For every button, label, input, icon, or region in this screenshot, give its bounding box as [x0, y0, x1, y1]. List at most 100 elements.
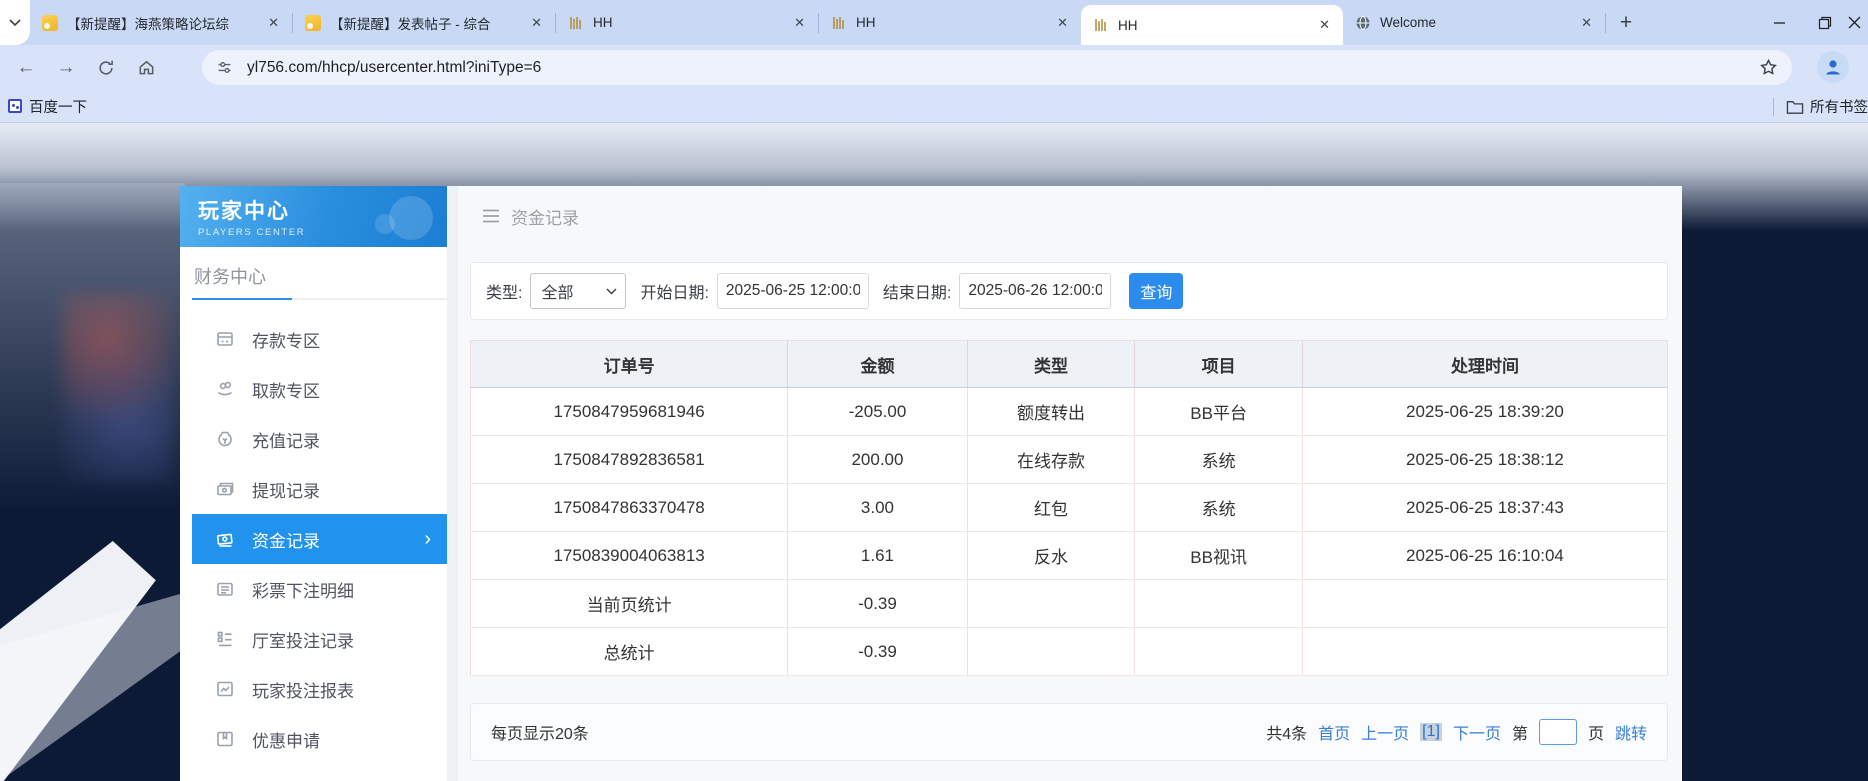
tab-close-icon[interactable]: ✕	[1054, 15, 1071, 31]
minimize-button[interactable]	[1756, 0, 1802, 45]
forum-favicon	[42, 15, 58, 31]
chevron-down-icon	[9, 19, 21, 27]
table-cell	[1135, 580, 1303, 628]
browser-tab[interactable]: 【新提醒】海燕策略论坛综 ✕	[30, 0, 292, 45]
new-tab-button[interactable]: +	[1606, 0, 1646, 45]
first-page-link[interactable]: 首页	[1318, 720, 1350, 744]
section-underline	[192, 298, 447, 300]
back-button[interactable]: ←	[6, 50, 46, 86]
forward-button[interactable]: →	[46, 50, 86, 86]
pagination-bar: 每页显示20条 共4条 首页 上一页 [1] 下一页 第 页 跳转	[470, 703, 1668, 761]
table-header-cell: 处理时间	[1302, 341, 1667, 388]
bookmark-baidu[interactable]: 百度一下	[8, 96, 87, 117]
tab-title: HH	[856, 15, 1048, 30]
table-cell: 2025-06-25 16:10:04	[1302, 532, 1667, 580]
browser-toolbar: ← → yl756.com/hhcp/usercenter.html?iniTy…	[0, 45, 1868, 90]
tab-close-icon[interactable]: ✕	[265, 15, 282, 31]
table-cell: 1750847863370478	[471, 484, 788, 532]
close-button[interactable]	[1848, 0, 1868, 45]
tab-close-icon[interactable]: ✕	[1578, 15, 1595, 31]
profile-avatar[interactable]	[1817, 51, 1849, 83]
forum-favicon	[305, 15, 321, 31]
table-cell: 2025-06-25 18:39:20	[1302, 388, 1667, 436]
deposit-icon	[215, 329, 235, 349]
tab-close-icon[interactable]: ✕	[528, 15, 545, 31]
sidebar-item-fund-records[interactable]: 资金记录 ›	[192, 514, 447, 564]
table-row: 1750847959681946-205.00额度转出BB平台2025-06-2…	[471, 388, 1668, 436]
browser-tab[interactable]: 【新提醒】发表帖子 - 综合 ✕	[293, 0, 555, 45]
browser-tab[interactable]: HH ✕	[819, 0, 1081, 45]
reload-button[interactable]	[86, 50, 126, 86]
type-label: 类型:	[486, 279, 522, 303]
tab-strip: 【新提醒】海燕策略论坛综 ✕ 【新提醒】发表帖子 - 综合 ✕ HH ✕ HH …	[0, 0, 1868, 45]
table-cell: 3.00	[788, 484, 968, 532]
all-bookmarks[interactable]: 所有书签	[1773, 90, 1868, 123]
hamburger-icon[interactable]	[482, 209, 500, 223]
tab-title: Welcome	[1380, 15, 1572, 30]
table-cell: -205.00	[788, 388, 968, 436]
home-icon	[137, 58, 156, 77]
restore-button[interactable]	[1802, 0, 1848, 45]
table-cell: 200.00	[788, 436, 968, 484]
sidebar-item-recharge-records[interactable]: 充值记录	[192, 414, 447, 464]
fund-records-panel: 资金记录 类型: 全部 开始日期: 结束日期: 查询 订单号金额类型项目处理时间	[458, 186, 1682, 781]
browser-tab[interactable]: HH ✕	[556, 0, 818, 45]
all-bookmarks-label: 所有书签	[1810, 96, 1868, 117]
tab-search-button[interactable]	[0, 0, 30, 45]
query-button[interactable]: 查询	[1129, 273, 1183, 309]
hh-favicon	[568, 15, 584, 31]
tab-close-icon[interactable]: ✕	[1316, 17, 1333, 33]
sidebar-item-withdraw[interactable]: 取款专区	[192, 364, 447, 414]
end-date-input[interactable]	[959, 273, 1111, 309]
tab-close-icon[interactable]: ✕	[791, 15, 808, 31]
sidebar-item-promo-application[interactable]: 优惠申请	[192, 714, 447, 764]
sidebar-item-room-bet-records[interactable]: 厅室投注记录	[192, 614, 447, 664]
sidebar-item-label: 资金记录	[252, 527, 320, 552]
jump-prefix-label: 第	[1512, 720, 1528, 744]
next-page-link[interactable]: 下一页	[1453, 720, 1501, 744]
bookmark-star-icon[interactable]	[1759, 58, 1778, 77]
home-button[interactable]	[126, 50, 166, 86]
pagination-controls: 共4条 首页 上一页 [1] 下一页 第 页 跳转	[1266, 719, 1647, 745]
table-cell: 红包	[967, 484, 1135, 532]
hh-favicon	[831, 15, 847, 31]
start-date-input[interactable]	[717, 273, 869, 309]
sidebar-item-label: 提现记录	[252, 477, 320, 502]
table-cell: 2025-06-25 18:37:43	[1302, 484, 1667, 532]
folder-icon	[1786, 99, 1804, 115]
type-select-value: 全部	[541, 279, 606, 303]
table-cell	[1302, 580, 1667, 628]
sidebar-item-deposit[interactable]: 存款专区	[192, 314, 447, 364]
player-center-sidebar: 玩家中心 PLAYERS CENTER 财务中心 存款专区 取款专区 充值记录	[180, 186, 447, 781]
browser-window: 【新提醒】海燕策略论坛综 ✕ 【新提醒】发表帖子 - 综合 ✕ HH ✕ HH …	[0, 0, 1868, 781]
url-bar[interactable]: yl756.com/hhcp/usercenter.html?iniType=6	[202, 50, 1792, 85]
start-date-label: 开始日期:	[640, 279, 708, 303]
browser-tab-active[interactable]: HH ✕	[1081, 5, 1343, 45]
sidebar-item-player-bet-report[interactable]: 玩家投注报表	[192, 664, 447, 714]
jump-link[interactable]: 跳转	[1615, 720, 1647, 744]
withdraw-icon	[215, 379, 235, 399]
type-select[interactable]: 全部	[530, 273, 626, 309]
table-cell: 系统	[1135, 484, 1303, 532]
table-row: 1750847892836581200.00在线存款系统2025-06-25 1…	[471, 436, 1668, 484]
browser-tab[interactable]: Welcome ✕	[1343, 0, 1605, 45]
bookmark-label: 百度一下	[29, 96, 87, 117]
sidebar-item-lottery-bet-detail[interactable]: 彩票下注明细	[192, 564, 447, 614]
player-report-icon	[215, 679, 235, 699]
table-header-row: 订单号金额类型项目处理时间	[471, 341, 1668, 388]
table-cell: 总统计	[471, 628, 788, 676]
sidebar-item-label: 存款专区	[252, 327, 320, 352]
table-cell: 1750847892836581	[471, 436, 788, 484]
sidebar-item-withdrawal-records[interactable]: 提现记录	[192, 464, 447, 514]
site-info-icon[interactable]	[216, 59, 233, 76]
prev-page-link[interactable]: 上一页	[1361, 720, 1409, 744]
table-body: 1750847959681946-205.00额度转出BB平台2025-06-2…	[471, 388, 1668, 676]
table-header-cell: 金额	[788, 341, 968, 388]
sidebar-item-label: 玩家投注报表	[252, 677, 354, 702]
url-text[interactable]: yl756.com/hhcp/usercenter.html?iniType=6	[247, 59, 1759, 77]
sidebar-item-label: 充值记录	[252, 427, 320, 452]
tab-title: HH	[593, 15, 785, 30]
jump-page-input[interactable]	[1539, 719, 1577, 745]
total-count-text: 共4条	[1266, 720, 1307, 744]
table-row: 17508390040638131.61反水BB视讯2025-06-25 16:…	[471, 532, 1668, 580]
